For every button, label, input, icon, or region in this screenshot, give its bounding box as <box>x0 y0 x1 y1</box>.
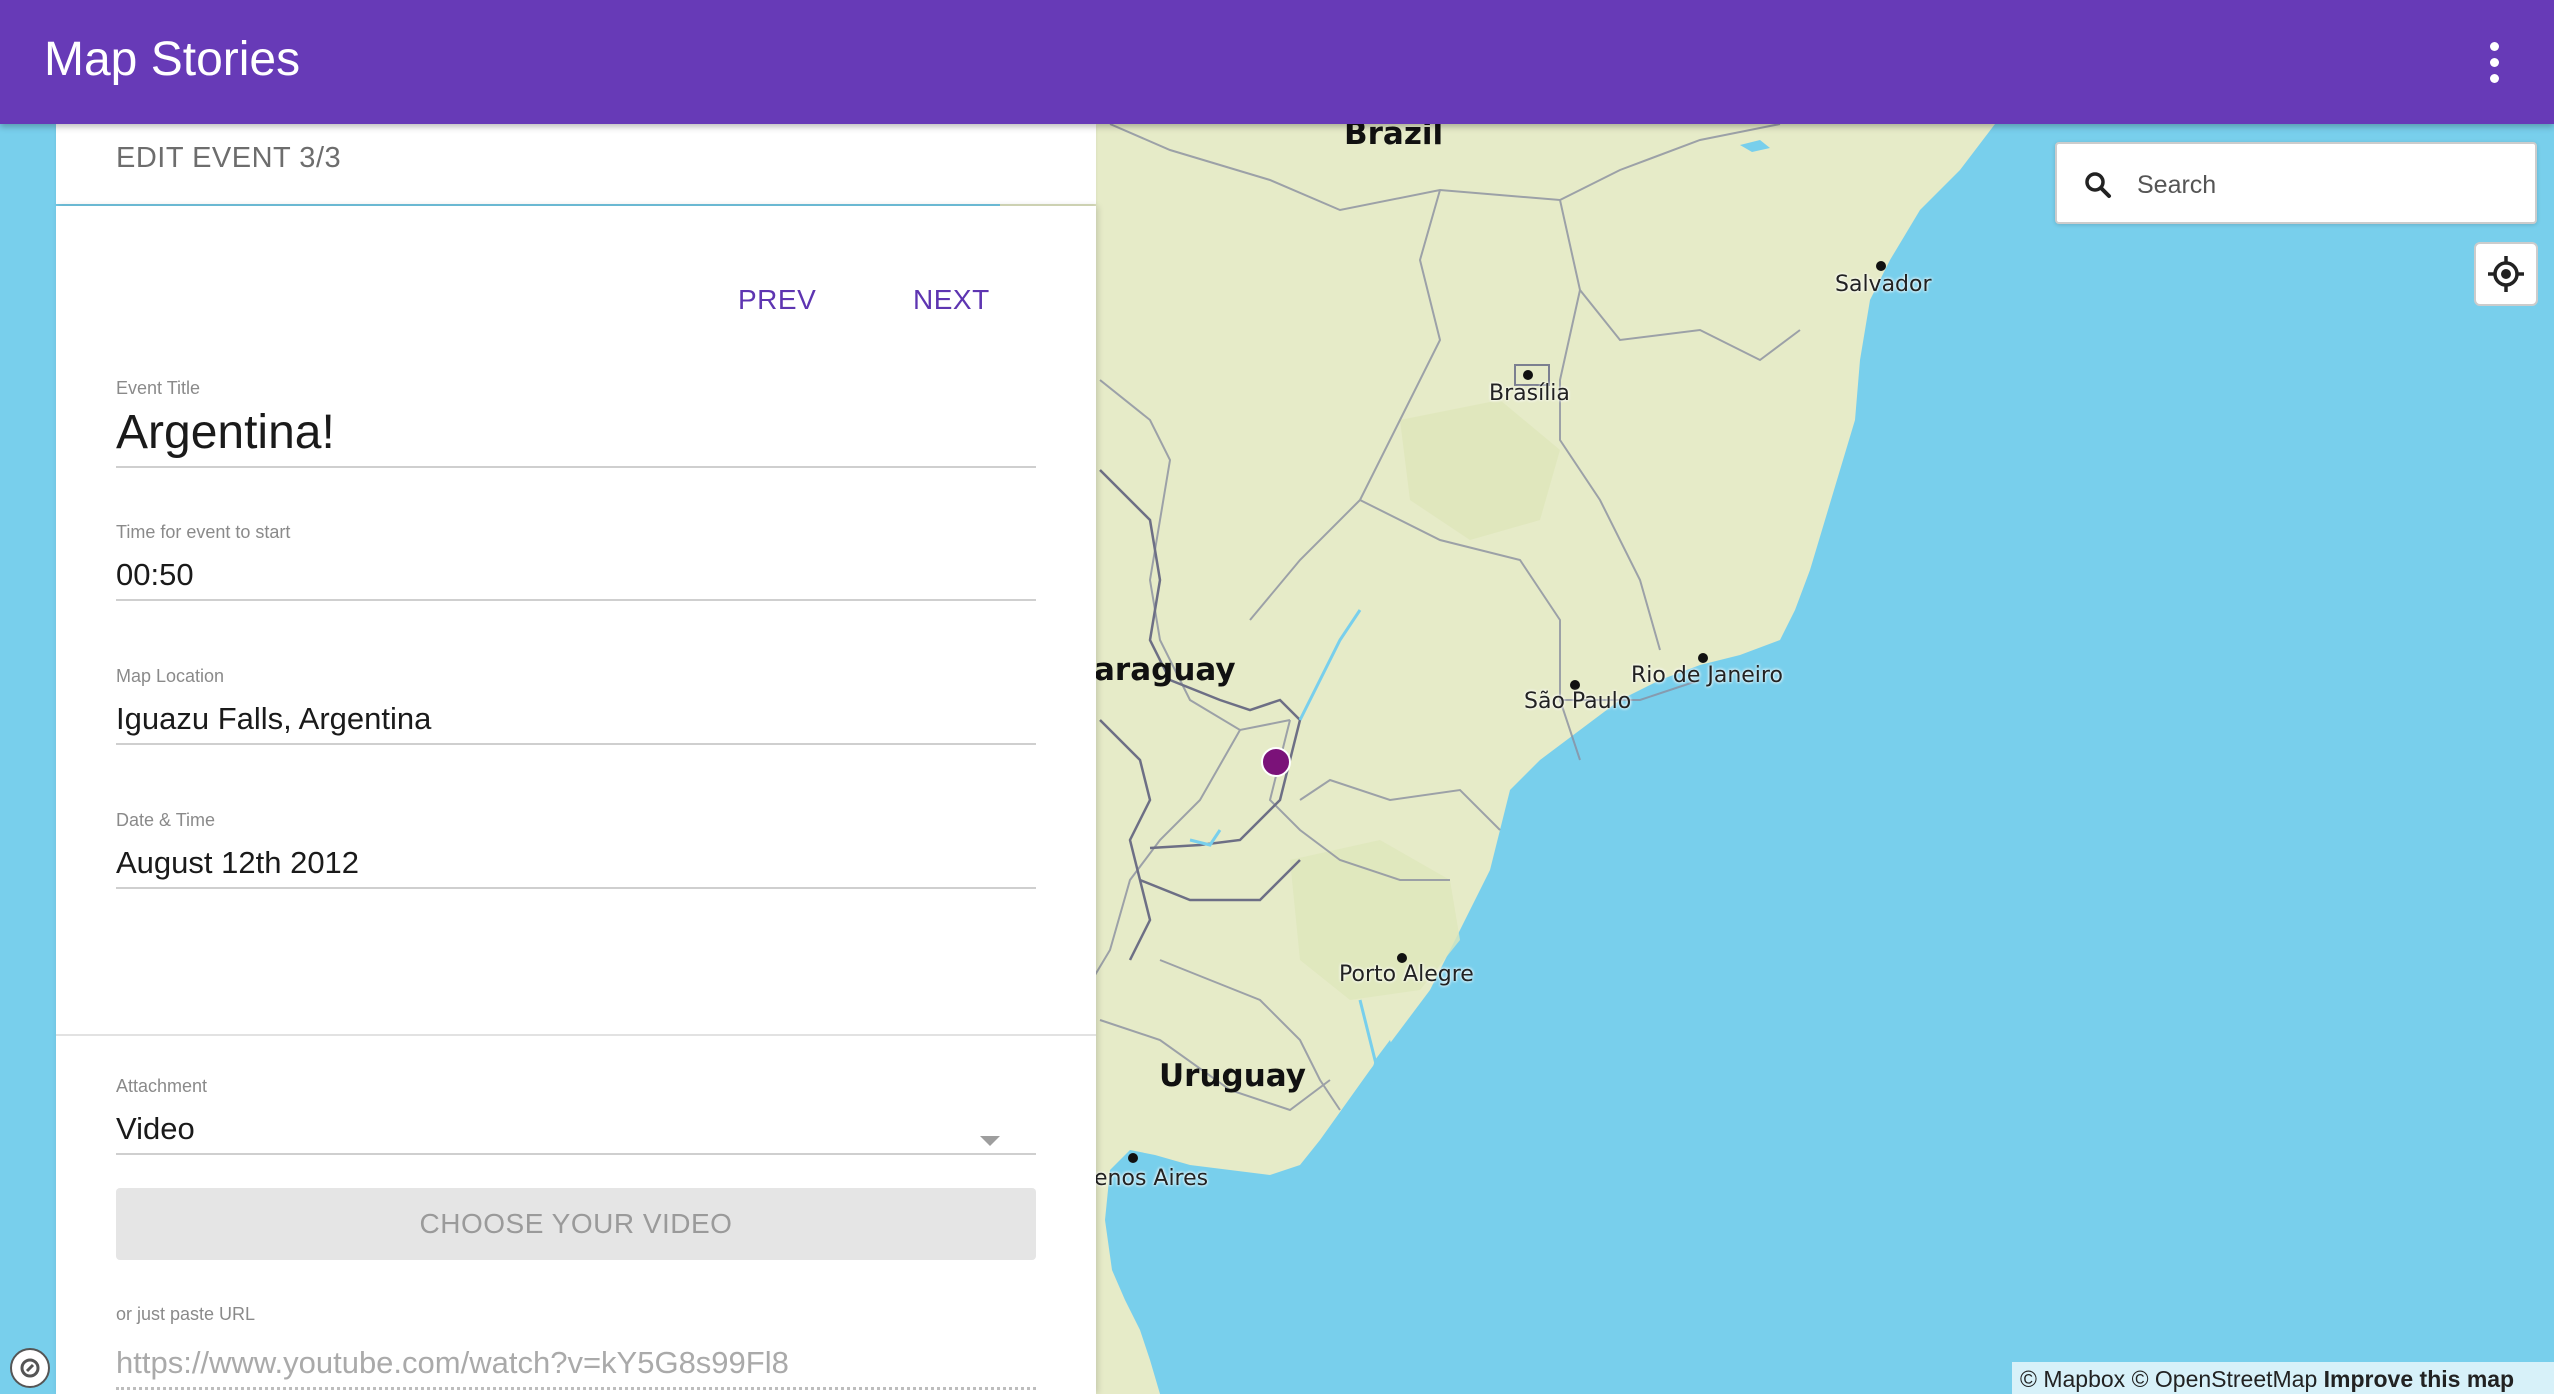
attribution-improve-link[interactable]: Improve this map <box>2324 1366 2514 1392</box>
video-url-field[interactable]: or just paste URL https://www.youtube.co… <box>116 1304 1036 1390</box>
date-time-field[interactable]: Date & Time August 12th 2012 <box>116 810 1036 889</box>
map-location-field[interactable]: Map Location Iguazu Falls, Argentina <box>116 666 1036 745</box>
start-time-input[interactable]: 00:50 <box>116 557 1036 601</box>
map-location-input[interactable]: Iguazu Falls, Argentina <box>116 701 1036 745</box>
video-url-input[interactable]: https://www.youtube.com/watch?v=kY5G8s99… <box>116 1345 1036 1390</box>
start-time-label: Time for event to start <box>116 522 291 542</box>
more-vert-icon <box>2489 41 2499 51</box>
attribution-osm-link[interactable]: © OpenStreetMap <box>2132 1366 2318 1392</box>
event-title-label: Event Title <box>116 378 201 398</box>
map-marker-icon[interactable] <box>1260 746 1292 778</box>
app-root: Brazil araguay Uruguay Salvador Brasília… <box>0 0 2554 1394</box>
edit-panel-header: EDIT EVENT 3/3 <box>56 124 1096 204</box>
geolocate-button[interactable] <box>2474 242 2538 306</box>
mapbox-logo-icon[interactable] <box>10 1348 50 1388</box>
edit-event-panel: PREV NEXT Event Title Argentina! Time fo… <box>56 206 1096 1394</box>
map-label-buenos-aires: enos Aires <box>1094 1166 1209 1191</box>
map-label-brasilia: Brasília <box>1489 381 1570 406</box>
attachment-select[interactable]: Attachment Video <box>116 1076 1036 1155</box>
event-title-input[interactable]: Argentina! <box>116 405 1036 468</box>
attachment-value[interactable]: Video <box>116 1111 1036 1155</box>
attribution-mapbox-link[interactable]: © Mapbox <box>2020 1366 2125 1392</box>
map-label-rio: Rio de Janeiro <box>1631 663 1783 688</box>
map-label-sao-paulo: São Paulo <box>1524 689 1632 714</box>
start-time-field[interactable]: Time for event to start 00:50 <box>116 522 1036 601</box>
next-button[interactable]: NEXT <box>913 284 990 316</box>
date-time-input[interactable]: August 12th 2012 <box>116 845 1036 889</box>
map-label-salvador: Salvador <box>1835 272 1932 297</box>
app-bar: Map Stories <box>0 0 2554 124</box>
map-search-box[interactable] <box>2055 142 2537 224</box>
search-input[interactable] <box>2137 162 2517 208</box>
map-location-label: Map Location <box>116 666 225 686</box>
map-label-uruguay: Uruguay <box>1159 1058 1306 1094</box>
choose-video-button[interactable]: CHOOSE YOUR VIDEO <box>116 1188 1036 1260</box>
geolocate-icon <box>2488 256 2524 292</box>
more-menu-button[interactable] <box>2462 30 2526 94</box>
map-label-porto-alegre: Porto Alegre <box>1339 962 1474 987</box>
prev-button[interactable]: PREV <box>738 284 816 316</box>
date-time-label: Date & Time <box>116 810 216 830</box>
caret-down-icon[interactable] <box>980 1136 1000 1146</box>
map-attribution: © Mapbox © OpenStreetMap Improve this ma… <box>2012 1362 2554 1394</box>
panel-divider <box>56 1034 1096 1036</box>
attachment-label: Attachment <box>116 1076 208 1096</box>
video-url-label: or just paste URL <box>116 1304 256 1324</box>
search-icon <box>2085 172 2111 198</box>
event-title-field[interactable]: Event Title Argentina! <box>116 378 1036 468</box>
map-label-paraguay: araguay <box>1094 652 1236 688</box>
edit-event-title: EDIT EVENT 3/3 <box>116 142 342 174</box>
app-title: Map Stories <box>44 33 301 86</box>
